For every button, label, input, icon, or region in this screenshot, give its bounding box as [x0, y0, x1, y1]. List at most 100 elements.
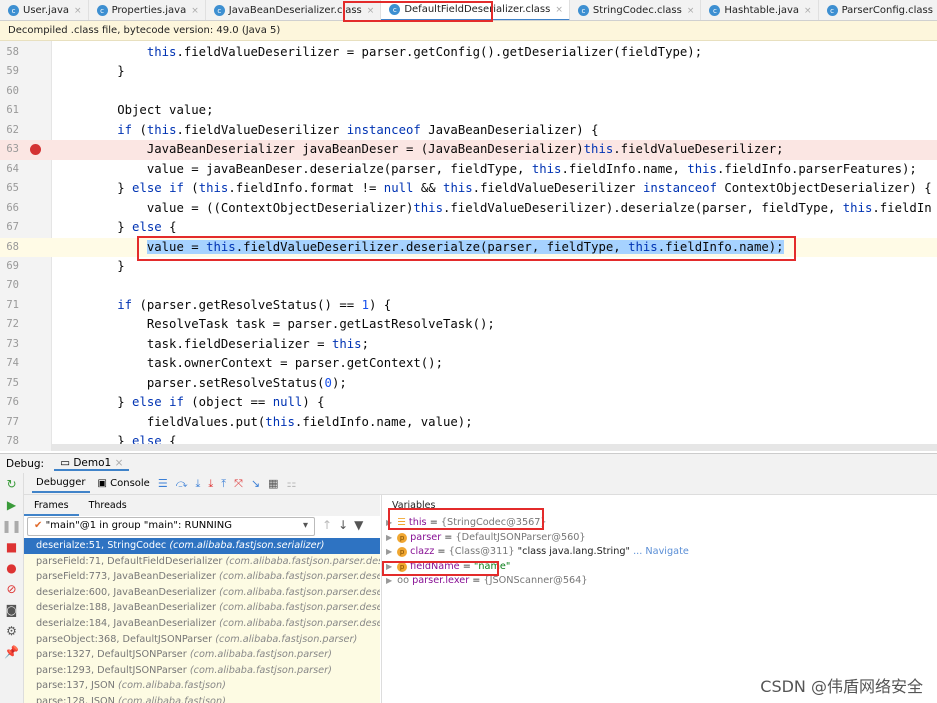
code-token: value = ((ContextObjectDeserializer): [58, 200, 414, 215]
variable-name: clazz: [410, 546, 435, 558]
tab-hashtable-java[interactable]: c Hashtable.java ×: [701, 0, 819, 20]
decompiled-notice: Decompiled .class file, bytecode version…: [0, 21, 937, 41]
mute-breakpoints-icon[interactable]: ⊘: [6, 582, 16, 596]
close-icon[interactable]: ×: [115, 457, 124, 469]
code-token: null: [272, 395, 303, 410]
layout-icon[interactable]: ☰: [158, 477, 168, 490]
arrow-up-icon[interactable]: ↑: [322, 518, 338, 532]
code-token: ResolveTask task = parser.getLastResolve…: [58, 317, 495, 332]
code-text: value = ((ContextObjectDeserializer)this…: [58, 199, 932, 218]
tab-properties-java[interactable]: c Properties.java ×: [89, 0, 206, 20]
code-token: this: [628, 239, 658, 254]
code-line: 65 } else if (this.fieldInfo.format != n…: [0, 179, 937, 198]
pin-icon[interactable]: 📌: [4, 645, 19, 659]
code-text: parser.setResolveStatus(0);: [58, 374, 347, 393]
frame-method: parseField:71, DefaultFieldDeserializer: [36, 555, 223, 567]
code-token: ContextObjectDeserializer) {: [717, 181, 932, 196]
line-number: 68: [6, 240, 19, 253]
frame-nav: ↑↓▼: [322, 518, 369, 532]
step-over-icon[interactable]: ⤼: [176, 477, 188, 491]
camera-icon[interactable]: ◙: [6, 603, 18, 617]
frame-item[interactable]: parse:1327, DefaultJSONParser (com.aliba…: [24, 647, 380, 663]
force-step-into-icon[interactable]: ⤓: [208, 477, 213, 491]
code-line: 76 } else if (object == null) {: [0, 393, 937, 412]
code-text: } else {: [58, 218, 176, 237]
frame-method: deserialze:184, JavaBeanDeserializer: [36, 617, 216, 629]
code-line: 72 ResolveTask task = parser.getLastReso…: [0, 315, 937, 334]
expand-arrow-icon[interactable]: ▶: [386, 562, 392, 571]
code-text: task.fieldDeserializer = this;: [58, 335, 369, 354]
navigate-link[interactable]: ... Navigate: [633, 546, 689, 557]
frame-item[interactable]: parse:137, JSON (com.alibaba.fastjson): [24, 678, 380, 694]
tab-frames[interactable]: Frames: [24, 495, 79, 516]
tab-parserconfig-class[interactable]: cParserConfig.class×: [819, 0, 937, 20]
code-line: 61 Object value;: [0, 101, 937, 120]
close-icon[interactable]: ×: [555, 5, 563, 15]
code-text: Object value;: [58, 101, 213, 120]
code-line: 62 if (this.fieldValueDeserilizer instan…: [0, 121, 937, 140]
tab-console[interactable]: ▣ Console: [98, 478, 150, 489]
pause-icon[interactable]: ❚❚: [1, 519, 21, 533]
frame-item[interactable]: parseObject:368, DefaultJSONParser (com.…: [24, 632, 380, 648]
frame-method: parseField:773, JavaBeanDeserializer: [36, 571, 216, 583]
filter-icon[interactable]: ▼: [354, 518, 369, 532]
variable-item[interactable]: ▶ ☰ this = {StringCodec@3567}: [382, 516, 937, 531]
expand-arrow-icon[interactable]: ▶: [386, 518, 392, 527]
code-line: 74 task.ownerContext = parser.getContext…: [0, 354, 937, 373]
evaluate-icon[interactable]: ▦: [268, 477, 278, 490]
expand-arrow-icon[interactable]: ▶: [386, 533, 392, 542]
code-token: }: [58, 258, 125, 273]
tab-threads[interactable]: Threads: [79, 495, 137, 516]
arrow-down-icon[interactable]: ↓: [338, 518, 354, 532]
code-editor[interactable]: 58 this.fieldValueDeserilizer = parser.g…: [0, 41, 937, 451]
tab-user-java[interactable]: c User.java ×: [0, 0, 89, 20]
breakpoint-icon[interactable]: [30, 144, 41, 156]
resume-icon[interactable]: ▶: [7, 498, 16, 512]
stop-icon[interactable]: ■: [6, 540, 17, 554]
frame-item[interactable]: deserialze:188, JavaBeanDeserializer (co…: [24, 600, 380, 616]
tab-defaultfielddeserializer-class[interactable]: c DefaultFieldDeserializer.class ×: [381, 0, 570, 20]
debug-session-tab[interactable]: ▭ Demo1 ×: [54, 457, 130, 471]
line-number: 76: [6, 396, 19, 409]
variable-item[interactable]: ▶ oo parser.lexer = {JSONScanner@564}: [382, 574, 937, 589]
close-icon[interactable]: ×: [191, 6, 199, 16]
expand-arrow-icon[interactable]: ▶: [386, 576, 392, 585]
code-token: Object value;: [58, 103, 214, 118]
close-icon[interactable]: ×: [804, 6, 812, 16]
close-icon[interactable]: ×: [687, 6, 695, 16]
frame-item[interactable]: deserialze:184, JavaBeanDeserializer (co…: [24, 616, 380, 632]
run-to-cursor-icon[interactable]: ↘: [251, 477, 260, 490]
rerun-icon[interactable]: ↻: [6, 477, 16, 491]
step-into-icon[interactable]: ⤓: [195, 477, 200, 491]
view-breakpoints-icon[interactable]: ●: [6, 561, 16, 575]
frame-package: (com.alibaba.fastjson.parser): [189, 649, 332, 661]
variable-name: this: [408, 517, 427, 528]
tab-javabeandeserializer-class[interactable]: c JavaBeanDeserializer.class ×: [206, 0, 382, 20]
settings-icon[interactable]: ⚙: [6, 624, 17, 638]
code-token: );: [331, 375, 347, 390]
frame-item[interactable]: parseField:71, DefaultFieldDeserializer …: [24, 554, 380, 570]
code-token: if: [117, 297, 133, 312]
close-icon[interactable]: ×: [74, 6, 82, 16]
horizontal-scrollbar[interactable]: [52, 444, 937, 451]
step-out-icon[interactable]: ⤒: [221, 477, 226, 491]
variable-item[interactable]: ▶ p fieldName = "name": [382, 560, 937, 575]
frame-item[interactable]: deserialze:600, JavaBeanDeserializer (co…: [24, 585, 380, 601]
tab-debugger[interactable]: Debugger: [32, 474, 90, 493]
frame-item[interactable]: deserialze:51, StringCodec (com.alibaba.…: [24, 538, 380, 554]
variable-item[interactable]: ▶ p clazz = {Class@311} "class java.lang.S…: [382, 545, 937, 560]
variable-item[interactable]: ▶ p parser = {DefaultJSONParser@560}: [382, 531, 937, 546]
frame-method: parse:137, JSON: [36, 680, 115, 692]
drop-frame-icon[interactable]: ⤧: [234, 477, 243, 491]
code-token: this: [265, 414, 295, 429]
frame-item[interactable]: parse:1293, DefaultJSONParser (com.aliba…: [24, 663, 380, 679]
code-line: 71 if (parser.getResolveStatus() == 1) {: [0, 296, 937, 315]
frame-item[interactable]: parse:128, JSON (com.alibaba.fastjson): [24, 694, 380, 703]
trace-icon[interactable]: ⚏: [287, 477, 297, 490]
expand-arrow-icon[interactable]: ▶: [386, 547, 392, 556]
tab-stringcodec-class[interactable]: c StringCodec.class ×: [570, 0, 702, 20]
close-icon[interactable]: ×: [367, 6, 375, 16]
frame-item[interactable]: parseField:773, JavaBeanDeserializer (co…: [24, 569, 380, 585]
thread-selector[interactable]: ✔ "main"@1 in group "main": RUNNING ▾: [27, 517, 315, 536]
frame-method: deserialze:188, JavaBeanDeserializer: [36, 602, 216, 614]
